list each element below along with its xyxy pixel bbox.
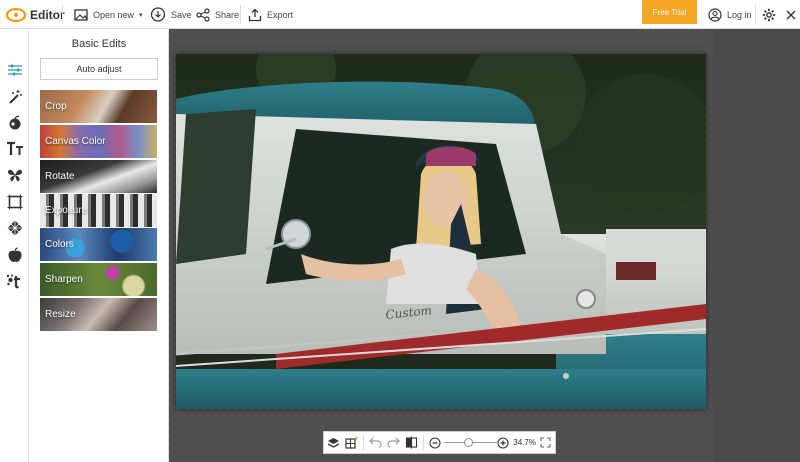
share-label: Share <box>215 9 240 20</box>
zoom-out-icon <box>429 436 441 449</box>
sharpen-tile[interactable]: Sharpen <box>40 263 157 296</box>
exposure-label: Exposure <box>45 205 88 216</box>
chevron-down-icon: ▾ <box>139 11 143 19</box>
photo-canvas[interactable]: Custom <box>176 54 706 409</box>
add-layer-button[interactable] <box>342 432 360 453</box>
text-tool[interactable] <box>2 137 27 161</box>
export-button[interactable]: Export <box>248 0 293 29</box>
tool-rail <box>0 29 29 462</box>
canvas-color-tile[interactable]: Canvas Color <box>40 125 157 158</box>
photo-image: Custom <box>176 54 706 409</box>
panel-title: Basic Edits <box>71 38 127 50</box>
sharpen-label: Sharpen <box>45 274 83 285</box>
undo-button[interactable] <box>366 432 384 453</box>
login-button[interactable]: Log in <box>708 0 752 29</box>
toolbar-divider <box>755 5 756 24</box>
free-trial-button[interactable]: Free Trial <box>642 0 697 24</box>
rotate-label: Rotate <box>45 171 75 182</box>
texture-icon <box>7 220 22 236</box>
save-button[interactable]: Save <box>150 0 192 29</box>
app-title: Editor <box>30 8 65 22</box>
app-logo[interactable]: Editor <box>6 5 65 25</box>
butterfly-icon <box>7 169 22 182</box>
add-grid-icon <box>345 436 358 449</box>
image-icon <box>74 8 88 21</box>
basic-edits-tool[interactable] <box>2 58 27 82</box>
login-label: Log in <box>727 9 752 20</box>
stickers-tool[interactable] <box>2 269 27 293</box>
effects-tool[interactable] <box>2 85 27 109</box>
redo-button[interactable] <box>384 432 402 453</box>
layers-icon <box>327 437 340 448</box>
bottom-toolbar: 34.7% <box>323 431 556 454</box>
workspace: Custom <box>169 29 800 462</box>
sliders-icon <box>7 64 22 76</box>
touch-up-tool[interactable] <box>2 111 27 135</box>
auto-adjust-button[interactable]: Auto adjust <box>40 58 158 80</box>
toolbar-divider <box>240 5 241 24</box>
crop-label: Crop <box>45 101 67 112</box>
fullscreen-button[interactable] <box>537 432 555 453</box>
gear-icon <box>762 8 776 21</box>
save-label: Save <box>171 9 192 20</box>
fullscreen-icon <box>540 437 551 448</box>
export-icon <box>248 8 262 21</box>
exposure-tile[interactable]: Exposure <box>40 194 157 227</box>
settings-button[interactable] <box>762 0 776 29</box>
overlays-tool[interactable] <box>2 163 27 187</box>
zoom-out-button[interactable] <box>426 432 444 453</box>
sticker-text-icon <box>6 274 20 289</box>
text-icon <box>6 141 23 155</box>
magic-wand-icon <box>8 90 22 104</box>
open-new-label: Open new <box>93 9 135 20</box>
frame-icon <box>7 194 22 210</box>
undo-icon <box>368 437 382 448</box>
zoom-slider[interactable] <box>444 432 499 453</box>
layers-button[interactable] <box>324 432 342 453</box>
user-icon <box>708 7 722 22</box>
close-icon <box>786 10 796 19</box>
basic-edits-panel: Basic Edits Auto adjust Crop Canvas Colo… <box>29 29 169 462</box>
frames-tool[interactable] <box>2 190 27 214</box>
save-cloud-icon <box>150 7 166 22</box>
open-new-button[interactable]: Open new ▾ <box>74 0 143 29</box>
toolbar-divider <box>423 435 425 450</box>
zoom-level: 34.7% <box>513 438 536 447</box>
colors-label: Colors <box>45 239 74 250</box>
share-button[interactable]: Share <box>196 0 239 29</box>
top-bar: Editor Open new ▾ Save Share Export Free… <box>0 0 800 29</box>
compare-button[interactable] <box>403 432 421 453</box>
resize-label: Resize <box>45 309 76 320</box>
cherry-icon <box>9 115 20 130</box>
textures-tool[interactable] <box>2 216 27 240</box>
logo-icon <box>6 8 26 22</box>
colors-tile[interactable]: Colors <box>40 228 157 261</box>
redo-icon <box>387 437 400 448</box>
export-label: Export <box>267 9 294 20</box>
zoom-slider-handle[interactable] <box>464 438 474 447</box>
themes-tool[interactable] <box>2 243 27 267</box>
resize-tile[interactable]: Resize <box>40 298 157 331</box>
zoom-in-icon <box>497 436 510 449</box>
crop-tile[interactable]: Crop <box>40 90 157 123</box>
toolbar-divider <box>62 5 63 24</box>
compare-icon <box>406 436 418 449</box>
canvas-color-label: Canvas Color <box>45 136 106 147</box>
rotate-tile[interactable]: Rotate <box>40 160 157 193</box>
share-icon <box>196 7 210 22</box>
toolbar-divider <box>362 435 364 450</box>
apple-icon <box>8 247 21 262</box>
close-button[interactable] <box>786 0 796 29</box>
